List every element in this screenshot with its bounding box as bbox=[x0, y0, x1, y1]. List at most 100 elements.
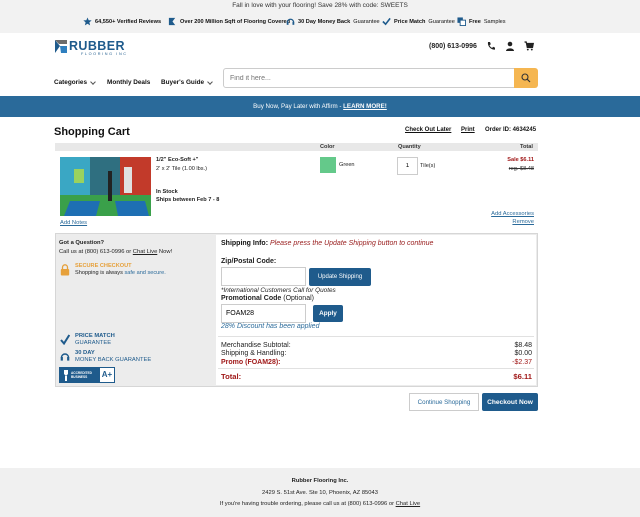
shipping-info-message: Please press the Update Shipping button … bbox=[270, 240, 434, 247]
trust-item-price-match: Price Match Guarantee bbox=[382, 17, 455, 26]
footer-help-text: If you're having trouble ordering, pleas… bbox=[219, 501, 396, 507]
logo[interactable]: RUBBER FLOORING INC bbox=[55, 39, 145, 56]
price-match-subtitle: GUARANTEE bbox=[75, 340, 112, 346]
checkout-now-button[interactable]: Checkout Now bbox=[482, 393, 538, 411]
samples-icon bbox=[457, 17, 466, 26]
trust-price-match-suffix: Guarantee bbox=[428, 18, 455, 25]
product-ship-dates: Ships between Feb 7 - 8 bbox=[156, 197, 220, 203]
nav-monthly-deals[interactable]: Monthly Deals bbox=[107, 79, 150, 86]
product-stock-status: In Stock bbox=[156, 189, 178, 195]
promo-code-input[interactable] bbox=[221, 304, 306, 323]
cart-icon[interactable] bbox=[524, 41, 534, 51]
total-label: Total: bbox=[221, 372, 242, 381]
footer: Rubber Flooring Inc. 2429 S. 51st Ave. S… bbox=[0, 468, 640, 517]
logo-mark-icon bbox=[55, 40, 67, 53]
flag-icon bbox=[168, 17, 176, 26]
call-suffix: Now! bbox=[157, 249, 173, 255]
lock-icon bbox=[60, 264, 70, 276]
nav-categories[interactable]: Categories bbox=[54, 78, 96, 86]
chevron-down-icon bbox=[207, 78, 213, 85]
promo-code-optional: (Optional) bbox=[283, 295, 314, 302]
update-shipping-button[interactable]: Update Shipping bbox=[309, 268, 371, 286]
quantity-unit: Tile(s) bbox=[420, 163, 436, 169]
check-out-later-link[interactable]: Check Out Later bbox=[405, 127, 451, 133]
footer-help: If you're having trouble ordering, pleas… bbox=[0, 501, 640, 507]
page-title: Shopping Cart bbox=[54, 126, 130, 138]
header-phone[interactable]: (800) 613-0996 bbox=[429, 43, 477, 50]
nav-categories-label: Categories bbox=[54, 79, 88, 86]
footer-company: Rubber Flooring Inc. bbox=[291, 478, 349, 484]
trust-money-back-label: 30 Day Money Back bbox=[298, 18, 351, 25]
color-swatch bbox=[320, 157, 336, 173]
shipping-handling-value: $0.00 bbox=[514, 350, 532, 357]
trust-reviews-label: 64,550+ Verified Reviews bbox=[95, 18, 162, 25]
trust-item-money-back: 30 Day Money Back Guarantee bbox=[286, 17, 380, 26]
shipping-info-label: Shipping Info: bbox=[221, 240, 269, 247]
shipping-info: Shipping Info: Please press the Update S… bbox=[221, 240, 433, 247]
nav-buyers-guide[interactable]: Buyer's Guide bbox=[161, 78, 213, 86]
bbb-rating: A+ bbox=[99, 367, 115, 383]
secure-text-prefix: Shopping is always bbox=[75, 270, 125, 276]
trust-covered-label: Over 200 Million Sqft of Flooring Covere… bbox=[180, 18, 291, 25]
trust-item-reviews: 64,550+ Verified Reviews bbox=[83, 17, 161, 26]
trust-item-covered: Over 200 Million Sqft of Flooring Covere… bbox=[168, 17, 290, 26]
add-accessories-link[interactable]: Add Accessories bbox=[460, 211, 534, 217]
nav-buyers-guide-label: Buyer's Guide bbox=[161, 79, 205, 86]
regular-price: reg. $8.48 bbox=[508, 166, 534, 172]
trust-money-back-suffix: Guarantee bbox=[353, 18, 380, 25]
safe-and-secure-link[interactable]: safe and secure. bbox=[124, 270, 165, 276]
zip-input[interactable] bbox=[221, 267, 306, 286]
footer-chat-live-link[interactable]: Chat Live bbox=[396, 501, 421, 507]
money-back-headset-icon bbox=[60, 353, 70, 361]
promo-code-title: Promotional Code bbox=[221, 295, 282, 302]
discount-note: 28% Discount has been applied bbox=[221, 323, 320, 330]
shipping-handling-label: Shipping & Handling: bbox=[221, 350, 287, 357]
sale-price: Sale $6.11 bbox=[507, 157, 534, 163]
chevron-down-icon bbox=[90, 78, 96, 85]
phone-icon[interactable] bbox=[486, 41, 496, 51]
search-icon bbox=[521, 72, 531, 82]
print-link[interactable]: Print bbox=[461, 127, 475, 133]
chat-live-link[interactable]: Chat Live bbox=[133, 249, 158, 255]
logo-text: RUBBER bbox=[69, 39, 125, 53]
money-back-subtitle: MONEY BACK GUARANTEE bbox=[75, 357, 152, 363]
promo-text: Fall in love with your flooring! Save 28… bbox=[232, 2, 408, 9]
cart-table-header: Color Quantity Total bbox=[55, 143, 538, 151]
apply-button[interactable]: Apply bbox=[313, 305, 343, 322]
remove-link[interactable]: Remove bbox=[460, 219, 534, 225]
trust-price-match-label: Price Match bbox=[394, 18, 426, 25]
search-input[interactable] bbox=[223, 68, 515, 88]
product-name[interactable]: 1/2" Eco-Soft +" bbox=[156, 157, 198, 163]
merchandise-subtotal-value: $8.48 bbox=[514, 342, 532, 349]
secure-checkout-text: Shopping is always safe and secure. bbox=[75, 270, 166, 276]
bbb-badge[interactable]: ACCREDITED BUSINESS bbox=[59, 367, 99, 383]
international-note: *International Customers Call for Quotes bbox=[221, 287, 336, 294]
product-image[interactable] bbox=[60, 157, 151, 216]
column-quantity: Quantity bbox=[398, 144, 421, 150]
trust-bar: 64,550+ Verified Reviews Over 200 Millio… bbox=[0, 11, 640, 33]
trust-samples-suffix: Samples bbox=[483, 18, 506, 25]
continue-shopping-button[interactable]: Continue Shopping bbox=[409, 393, 479, 411]
color-name: Green bbox=[339, 162, 355, 168]
merchandise-subtotal-label: Merchandise Subtotal: bbox=[221, 342, 291, 349]
account-icon[interactable] bbox=[505, 41, 515, 51]
search-button[interactable] bbox=[514, 68, 538, 88]
promo-bar: Fall in love with your flooring! Save 28… bbox=[0, 0, 640, 11]
promo-code-label: Promotional Code (Optional) bbox=[221, 295, 314, 302]
checkmark-icon bbox=[382, 17, 391, 26]
footer-address: 2429 S. 51st Ave. Ste 10, Phoenix, AZ 85… bbox=[262, 490, 378, 496]
bbb-torch-icon bbox=[64, 370, 68, 381]
money-back-title: 30 DAY bbox=[75, 350, 95, 356]
trust-samples-label: Free bbox=[469, 18, 481, 25]
price-match-title: PRICE MATCH bbox=[75, 333, 115, 339]
call-text: Call us at (800) 613-0996 or Chat Live N… bbox=[59, 249, 172, 255]
total-value: $6.11 bbox=[513, 372, 532, 381]
bbb-text: ACCREDITED BUSINESS bbox=[71, 371, 92, 379]
affirm-learn-more-link[interactable]: LEARN MORE! bbox=[343, 103, 387, 110]
price-match-check-icon bbox=[60, 334, 70, 345]
promo-discount-label: Promo (FOAM28): bbox=[221, 359, 281, 366]
quantity-input[interactable] bbox=[397, 157, 418, 175]
product-photo bbox=[60, 157, 151, 216]
headset-icon bbox=[286, 18, 295, 25]
add-notes-link[interactable]: Add Notes bbox=[60, 220, 87, 226]
